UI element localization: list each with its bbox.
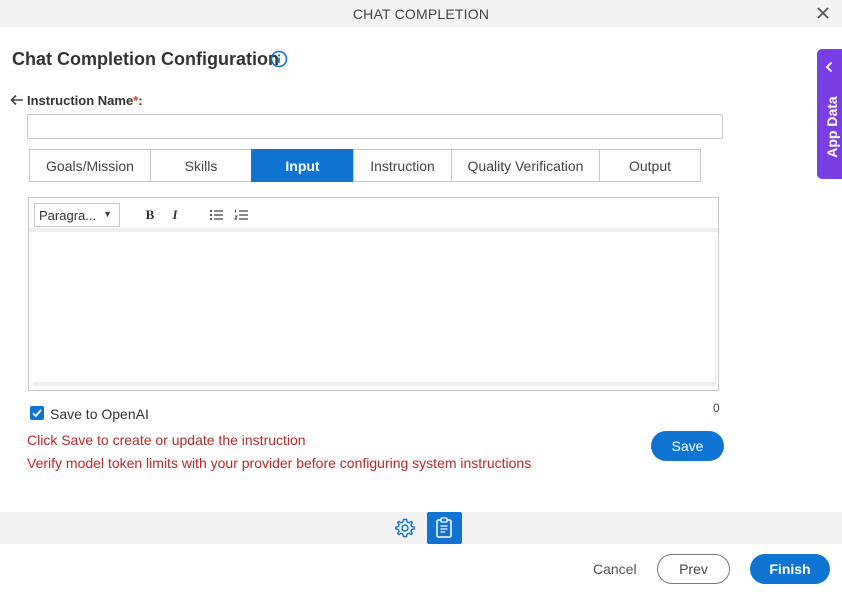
- save-to-openai-label: Save to OpenAI: [50, 406, 149, 422]
- tab-output[interactable]: Output: [599, 149, 701, 182]
- label-colon: :: [138, 93, 143, 108]
- editor-toolbar: Paragra... ▼ B I: [29, 198, 718, 232]
- numbered-list-icon[interactable]: [233, 207, 251, 223]
- instruction-name-label-text: Instruction Name: [27, 93, 134, 108]
- paragraph-format-value: Paragra...: [39, 208, 97, 223]
- tab-instruction[interactable]: Instruction: [353, 149, 452, 182]
- save-button[interactable]: Save: [651, 431, 724, 461]
- tab-skills[interactable]: Skills: [150, 149, 252, 182]
- paragraph-format-dropdown[interactable]: Paragra... ▼: [34, 203, 120, 227]
- gear-icon[interactable]: [394, 517, 416, 539]
- instruction-name-input[interactable]: [27, 114, 723, 139]
- app-data-panel-toggle[interactable]: App Data: [817, 49, 842, 179]
- prev-button[interactable]: Prev: [657, 554, 730, 584]
- italic-button[interactable]: I: [166, 207, 184, 223]
- info-icon[interactable]: [270, 50, 288, 68]
- title-bar: CHAT COMPLETION: [0, 0, 842, 27]
- bold-button[interactable]: B: [141, 207, 159, 223]
- cancel-button[interactable]: Cancel: [593, 561, 637, 577]
- rich-text-editor: Paragra... ▼ B I: [28, 197, 719, 391]
- save-hint-message: Click Save to create or update the instr…: [27, 432, 306, 448]
- tab-quality-verification[interactable]: Quality Verification: [451, 149, 600, 182]
- chevron-left-icon: [825, 61, 833, 73]
- tab-goals-mission[interactable]: Goals/Mission: [29, 149, 151, 182]
- character-count: 0: [713, 401, 720, 415]
- page-title: Chat Completion Configuration: [12, 49, 279, 69]
- back-arrow-icon[interactable]: [9, 93, 25, 107]
- bottom-tool-strip: [0, 512, 842, 544]
- close-icon[interactable]: [814, 4, 832, 22]
- save-to-openai-checkbox[interactable]: [30, 406, 44, 420]
- bulleted-list-icon[interactable]: [208, 207, 226, 223]
- document-icon: [436, 517, 452, 538]
- app-data-label: App Data: [824, 96, 840, 158]
- finish-button[interactable]: Finish: [750, 554, 830, 584]
- window-title: CHAT COMPLETION: [352, 6, 490, 22]
- tab-input[interactable]: Input: [251, 149, 354, 182]
- token-limit-warning: Verify model token limits with your prov…: [27, 455, 532, 471]
- instruction-tabs: Goals/Mission Skills Input Instruction Q…: [29, 149, 701, 182]
- editor-content-area[interactable]: [33, 236, 716, 386]
- caret-down-icon: ▼: [103, 209, 112, 219]
- checkmark-icon: [32, 409, 42, 418]
- document-view-button[interactable]: [427, 512, 462, 544]
- instruction-name-label: Instruction Name*:: [27, 93, 143, 108]
